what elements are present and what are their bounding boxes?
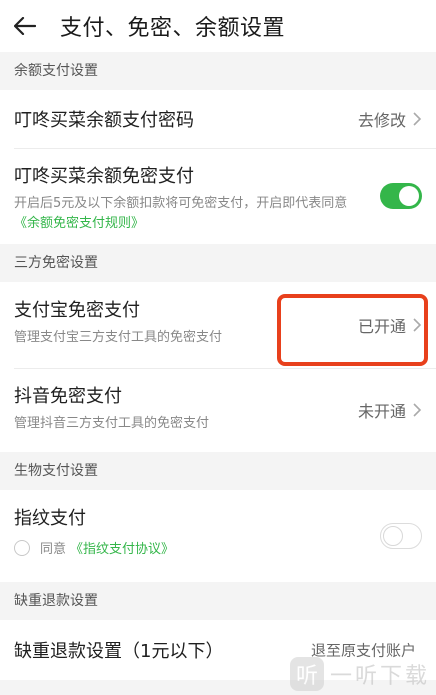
watermark: 听 一听下载 [289,657,430,691]
fingerprint-agreement: 同意 《指纹支付协议》 [14,538,422,557]
fingerprint-row: 指纹支付 同意 《指纹支付协议》 [0,490,436,582]
balance-nopwd-rules-link[interactable]: 《余额免密支付规则》 [14,216,144,231]
chevron-right-icon [413,318,422,332]
watermark-logo: 听 [289,657,324,691]
balance-nopwd-label: 叮咚买菜余额免密支付 [14,166,194,187]
alipay-row[interactable]: 支付宝免密支付 管理支付宝三方支付工具的免密支付 已开通 [0,282,436,368]
alipay-status-text: 已开通 [357,317,406,336]
chevron-right-icon [413,112,422,126]
douyin-status-text: 未开通 [357,402,406,421]
section-header-third: 三方免密设置 [0,244,436,282]
balance-password-row[interactable]: 叮咚买菜余额支付密码 去修改 [0,90,436,148]
agree-text: 同意 [40,542,67,557]
watermark-text: 一听下载 [329,664,430,689]
section-header-refund: 缺重退款设置 [0,582,436,620]
fingerprint-agreement-link[interactable]: 《指纹支付协议》 [70,538,174,557]
agree-radio[interactable] [14,539,30,556]
fingerprint-toggle[interactable] [380,523,422,549]
balance-nopwd-toggle[interactable] [380,183,422,209]
section-header-bio: 生物支付设置 [0,452,436,490]
balance-password-action[interactable]: 去修改 [358,107,422,131]
fingerprint-label: 指纹支付 [14,508,86,529]
section-header-balance: 余额支付设置 [0,52,436,90]
balance-nopwd-row: 叮咚买菜余额免密支付 开启后5元及以下余额扣款将可免密支付，开启即代表同意《余额… [0,148,436,244]
toggle-switch-on[interactable] [380,183,422,209]
toggle-switch-off[interactable] [380,523,422,549]
page-title: 支付、免密、余额设置 [60,16,286,41]
alipay-status[interactable]: 已开通 [358,313,422,337]
douyin-status[interactable]: 未开通 [358,398,422,422]
balance-nopwd-desc: 开启后5元及以下余额扣款将可免密支付，开启即代表同意《余额免密支付规则》 [14,194,422,234]
app-header: 支付、免密、余额设置 [0,0,436,52]
balance-nopwd-desc-text: 开启后5元及以下余额扣款将可免密支付，开启即代表同意 [14,196,348,211]
balance-password-label: 叮咚买菜余额支付密码 [14,110,194,131]
back-arrow-icon[interactable] [10,11,40,41]
chevron-right-icon [413,403,422,417]
modify-link: 去修改 [357,111,406,130]
refund-label: 缺重退款设置（1元以下） [14,641,224,662]
douyin-row[interactable]: 抖音免密支付 管理抖音三方支付工具的免密支付 未开通 [0,368,436,452]
